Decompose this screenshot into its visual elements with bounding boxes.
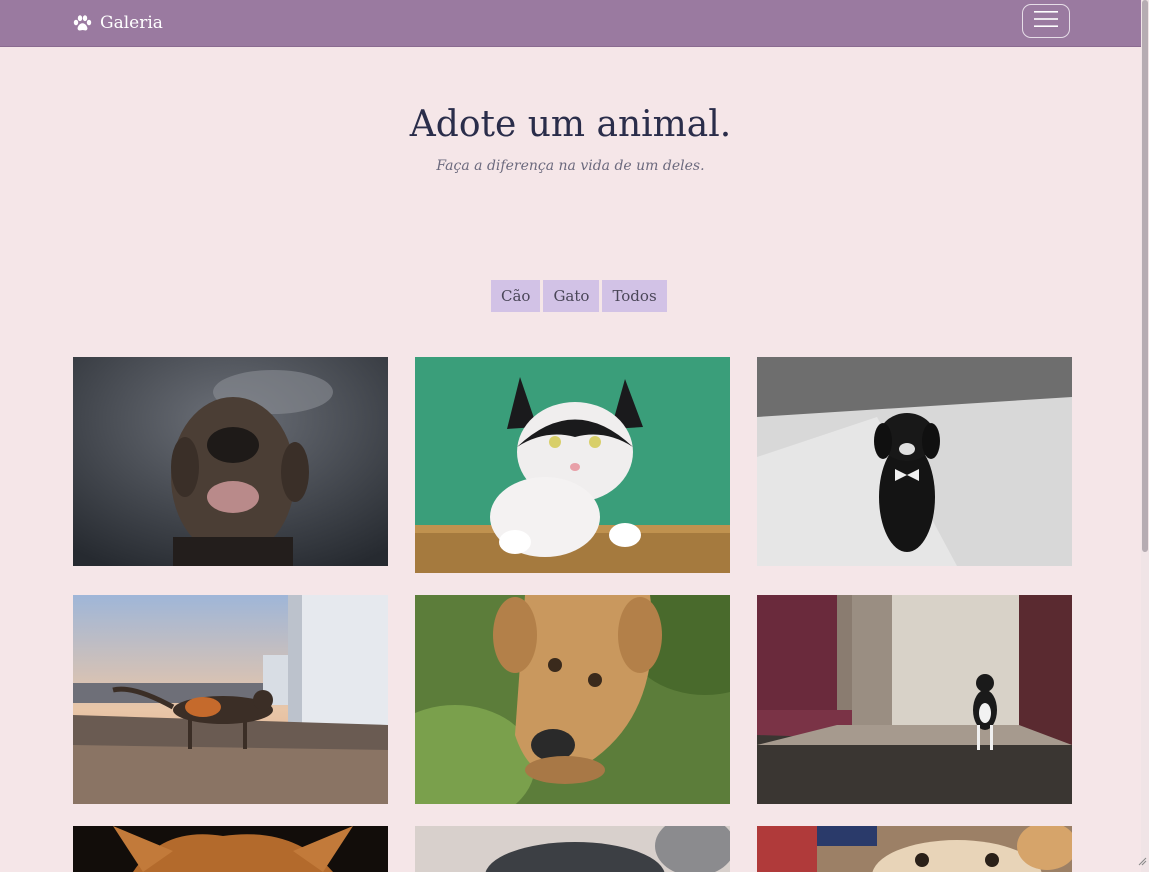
filter-dog-button[interactable]: Cão [491,280,541,312]
scrollbar-thumb[interactable] [1142,0,1148,552]
gallery-photo-cat[interactable] [757,595,1072,804]
filter-cat-button[interactable]: Gato [543,280,600,312]
gallery-photo-cat[interactable] [73,826,388,872]
resize-handle-icon[interactable] [1137,851,1147,870]
gallery-photo-dog[interactable] [415,595,730,804]
brand-link[interactable]: Galeria [73,11,163,35]
filter-group: Cão Gato Todos [491,280,667,312]
hamburger-icon [1034,10,1058,32]
gallery-photo-dog[interactable] [757,357,1072,566]
brand-label: Galeria [100,13,163,33]
page-subtitle: Faça a diferença na vida de um deles. [436,158,705,174]
gallery-photo-cat[interactable] [73,595,388,804]
gallery-photo-dog[interactable] [415,826,730,872]
filter-all-button[interactable]: Todos [602,280,667,312]
gallery-photo-dog[interactable] [73,357,388,566]
menu-toggle-button[interactable] [1022,4,1070,38]
paw-icon [73,14,92,32]
gallery-photo-cat[interactable] [415,357,730,573]
gallery-photo-dog[interactable] [757,826,1072,872]
navbar: Galeria [0,0,1141,47]
page-title: Adote um animal. [409,104,732,145]
